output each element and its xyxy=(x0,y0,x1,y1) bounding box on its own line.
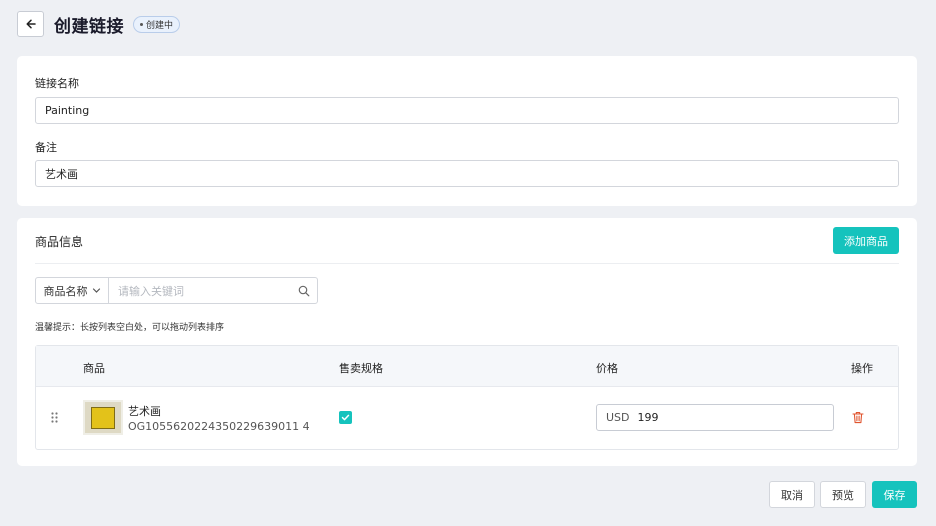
trash-icon[interactable] xyxy=(852,411,864,424)
status-dot xyxy=(140,22,143,26)
preview-button[interactable]: 预览 xyxy=(820,481,866,508)
table-header: 商品 售卖规格 价格 操作 xyxy=(36,346,898,387)
back-button[interactable] xyxy=(17,11,44,37)
product-name: 艺术画 xyxy=(128,405,161,418)
save-button[interactable]: 保存 xyxy=(872,481,917,508)
product-code: OG1055620224350229639011 4 xyxy=(128,420,310,433)
sort-tip: 温馨提示：长按列表空白处，可以拖动列表排序 xyxy=(35,323,225,333)
column-product: 商品 xyxy=(83,362,105,375)
page-header: 创建链接 创建中 xyxy=(17,11,181,37)
section-divider xyxy=(35,263,899,264)
product-thumbnail-image xyxy=(91,406,115,429)
column-action: 操作 xyxy=(851,362,873,375)
status-badge-label: 创建中 xyxy=(146,20,174,31)
goods-info-card: 商品信息 添加商品 商品名称 请输入关键词 温馨提示：长按列表空白处，可以拖动列… xyxy=(17,218,917,466)
column-spec: 售卖规格 xyxy=(339,362,383,375)
add-goods-button[interactable]: 添加商品 xyxy=(833,227,899,254)
remark-value: 艺术画 xyxy=(45,167,78,181)
remark-label: 备注 xyxy=(35,141,57,154)
filter-field-select[interactable]: 商品名称 xyxy=(36,278,109,303)
page-title: 创建链接 xyxy=(54,16,124,37)
filter-field-label: 商品名称 xyxy=(43,284,88,298)
keyword-search-input[interactable]: 请输入关键词 xyxy=(109,283,291,299)
link-name-value: Painting xyxy=(45,104,90,117)
remark-input[interactable]: 艺术画 xyxy=(35,160,899,187)
goods-filter: 商品名称 请输入关键词 xyxy=(35,277,318,304)
chevron-down-icon xyxy=(92,288,100,293)
status-badge: 创建中 xyxy=(133,15,181,33)
cancel-button[interactable]: 取消 xyxy=(769,481,815,508)
search-icon[interactable] xyxy=(291,285,317,297)
column-price: 价格 xyxy=(596,362,618,375)
arrow-left-icon xyxy=(25,19,36,29)
table-row[interactable]: 艺术画 OG1055620224350229639011 4 USD 199 xyxy=(36,387,898,449)
price-input[interactable]: USD 199 xyxy=(596,404,834,431)
goods-table: 商品 售卖规格 价格 操作 艺术画 OG10556202243502296390… xyxy=(35,345,899,450)
product-thumbnail xyxy=(83,400,123,435)
check-icon xyxy=(341,414,350,421)
goods-section-title: 商品信息 xyxy=(35,235,84,249)
basic-info-card: 链接名称 Painting 备注 艺术画 xyxy=(17,56,917,206)
drag-handle-icon[interactable] xyxy=(51,412,58,423)
link-name-label: 链接名称 xyxy=(35,77,79,90)
price-value: 199 xyxy=(637,411,659,424)
spec-checkbox[interactable] xyxy=(339,411,352,424)
price-currency: USD xyxy=(606,411,630,424)
link-name-input[interactable]: Painting xyxy=(35,97,899,124)
